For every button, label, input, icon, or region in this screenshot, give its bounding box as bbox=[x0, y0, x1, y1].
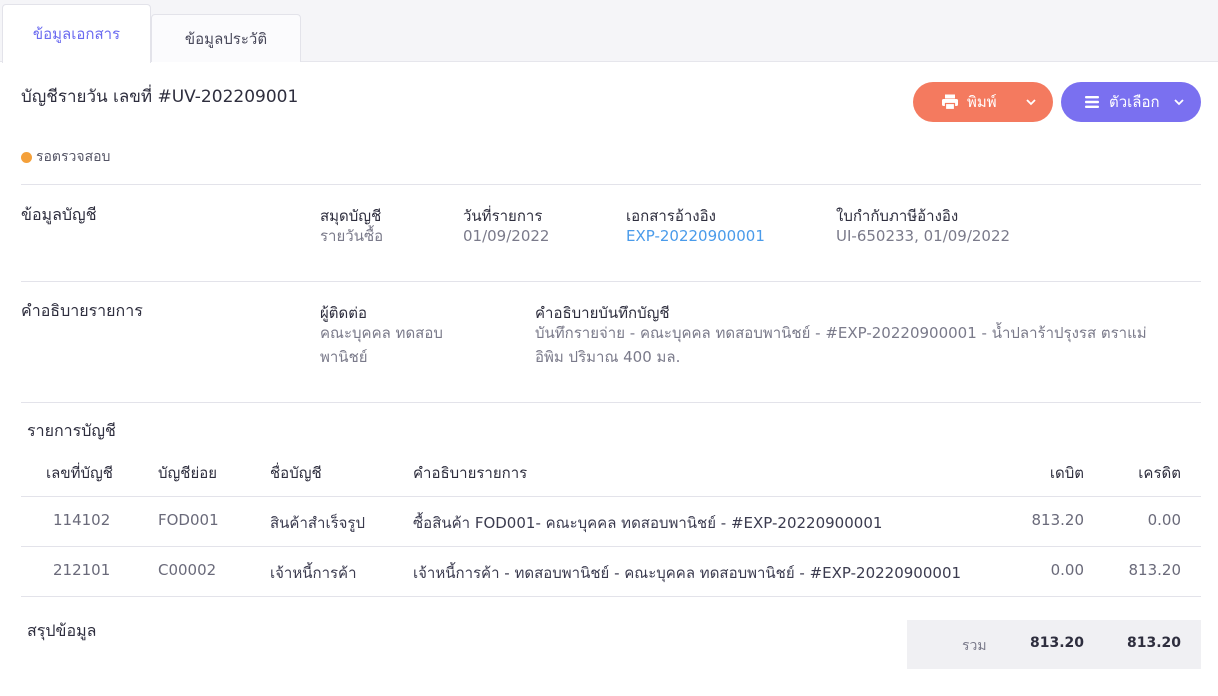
date-value: 01/09/2022 bbox=[463, 227, 550, 245]
col-credit: เครดิต bbox=[1138, 464, 1181, 482]
cell-sub-account: C00002 bbox=[158, 561, 217, 579]
printer-icon bbox=[941, 93, 959, 111]
divider bbox=[21, 402, 1201, 403]
print-button[interactable]: พิมพ์ bbox=[913, 82, 1053, 122]
ref-doc-link[interactable]: EXP-20220900001 bbox=[626, 225, 765, 247]
cell-credit: 0.00 bbox=[1147, 511, 1181, 529]
col-description: คำอธิบายรายการ bbox=[413, 464, 528, 482]
cell-description: ซื้อสินค้า FOD001- คณะบุคคล ทดสอบพานิชย์… bbox=[413, 514, 883, 532]
total-label: รวม bbox=[962, 638, 987, 654]
entries-title: รายการบัญชี bbox=[27, 421, 116, 440]
cell-account-no: 212101 bbox=[53, 561, 111, 579]
cell-description: เจ้าหนี้การค้า - ทดสอบพานิชย์ - คณะบุคคล… bbox=[413, 564, 962, 582]
cell-debit: 0.00 bbox=[1050, 561, 1084, 579]
divider bbox=[21, 546, 1201, 547]
cell-sub-account: FOD001 bbox=[158, 511, 219, 529]
account-info-title: ข้อมูลบัญชี bbox=[21, 205, 97, 224]
chevron-down-icon bbox=[1173, 96, 1185, 108]
col-debit: เดบิต bbox=[1049, 464, 1084, 482]
cell-account-no: 114102 bbox=[53, 511, 111, 529]
tab-document-info[interactable]: ข้อมูลเอกสาร bbox=[2, 4, 151, 63]
col-sub-account: บัญชีย่อย bbox=[158, 464, 218, 482]
page-title: บัญชีรายวัน เลขที่ #UV-202209001 bbox=[21, 87, 299, 107]
col-account-no: เลขที่บัญชี bbox=[46, 464, 113, 482]
total-credit: 813.20 bbox=[1126, 635, 1181, 651]
print-button-label: พิมพ์ bbox=[967, 93, 997, 111]
note-value-line2: อิพิม ปริมาณ 400 มล. bbox=[535, 348, 681, 366]
description-title: คำอธิบายรายการ bbox=[21, 301, 143, 320]
chevron-down-icon bbox=[1025, 96, 1037, 108]
tax-invoice-value: UI-650233, 01/09/2022 bbox=[836, 227, 1011, 245]
summary-title: สรุปข้อมูล bbox=[27, 621, 97, 640]
totals-box: รวม 813.20 813.20 bbox=[907, 620, 1201, 669]
cell-account-name: เจ้าหนี้การค้า bbox=[270, 564, 357, 582]
total-debit: 813.20 bbox=[1029, 635, 1084, 651]
cell-account-name: สินค้าสำเร็จรูป bbox=[270, 514, 365, 532]
cell-credit: 813.20 bbox=[1128, 561, 1182, 579]
col-account-name: ชื่อบัญชี bbox=[270, 464, 322, 482]
journal-value: รายวันซื้อ bbox=[320, 227, 384, 245]
options-button-label: ตัวเลือก bbox=[1109, 93, 1160, 111]
divider bbox=[21, 184, 1201, 185]
contact-value-line1: คณะบุคคล ทดสอบ bbox=[320, 324, 443, 342]
menu-icon bbox=[1083, 93, 1101, 111]
tab-bar: ข้อมูลเอกสาร ข้อมูลประวัติ bbox=[0, 0, 1218, 63]
cell-debit: 813.20 bbox=[1031, 511, 1085, 529]
status-label: รอตรวจสอบ bbox=[36, 149, 111, 165]
tab-history-info[interactable]: ข้อมูลประวัติ bbox=[151, 14, 301, 62]
divider bbox=[21, 281, 1201, 282]
status-badge: รอตรวจสอบ bbox=[21, 146, 110, 168]
status-dot bbox=[21, 151, 32, 163]
note-value-line1: บันทึกรายจ่าย - คณะบุคคล ทดสอบพานิชย์ - … bbox=[535, 324, 1147, 342]
options-button[interactable]: ตัวเลือก bbox=[1061, 82, 1201, 122]
divider bbox=[21, 596, 1201, 597]
divider bbox=[21, 496, 1201, 497]
contact-value-line2: พานิชย์ bbox=[320, 348, 368, 366]
